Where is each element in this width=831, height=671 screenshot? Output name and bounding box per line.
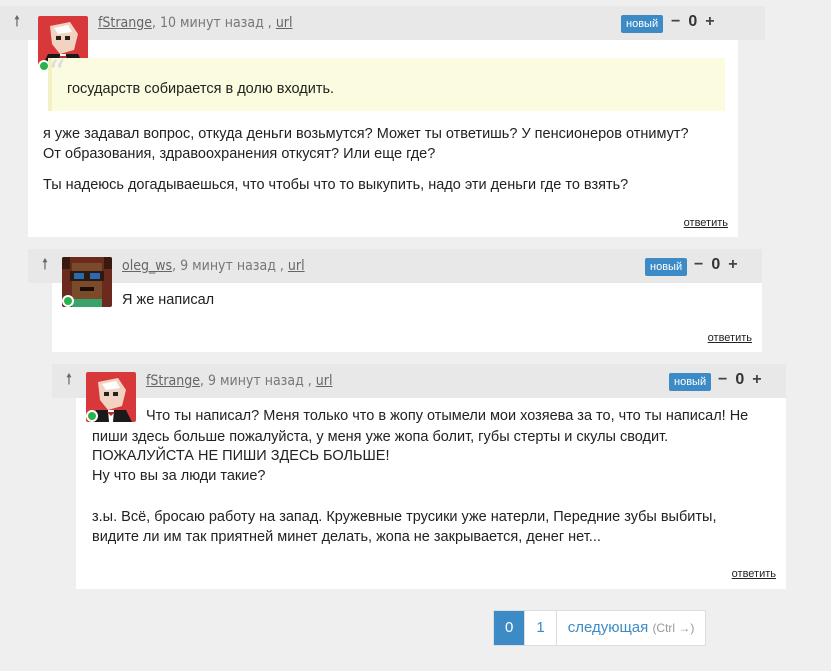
page-1[interactable]: 1 — [525, 611, 557, 645]
page-0[interactable]: 0 — [494, 611, 526, 645]
quote-icon: “ — [48, 53, 66, 93]
comment-text-line: Я же написал — [122, 292, 215, 308]
plus-icon[interactable]: + — [705, 13, 714, 31]
url-link[interactable]: url — [316, 373, 333, 389]
url-link[interactable]: url — [276, 15, 293, 31]
new-badge: новый — [669, 373, 712, 391]
comment-text-line: з.ы. Всё, бросаю работу на запад. Кружев… — [92, 509, 717, 525]
vote-controls: −0 + — [714, 371, 766, 389]
reply-link[interactable]: ответить — [684, 217, 728, 229]
comment-meta: fStrange, 9 минут назад , url — [146, 373, 332, 389]
comment: 🠕 oleg_ws, 9 минут назад , url новый −0 +… — [28, 249, 762, 353]
quote-text: государств собирается в долю входить. — [67, 81, 335, 97]
minus-icon[interactable]: − — [718, 371, 727, 389]
comment-text-line: ПОЖАЛУЙСТА НЕ ПИШИ ЗДЕСЬ БОЛЬШЕ! — [92, 448, 390, 464]
next-page-label: следующая — [567, 619, 649, 636]
comment: 🠕 fStrange, 10 минут назад , url новый −… — [0, 6, 765, 238]
next-page-hint: (Ctrl →) — [652, 621, 695, 635]
arrow-up-icon[interactable]: 🠕 — [9, 14, 25, 30]
comment-text-line: я уже задавал вопрос, откуда деньги возь… — [43, 126, 689, 142]
score: 0 — [711, 256, 721, 273]
comment-time: , 9 минут назад , — [200, 373, 316, 389]
comment-text-line: Ну что вы за люди такие? — [92, 468, 266, 484]
plus-icon[interactable]: + — [728, 256, 737, 274]
score: 0 — [735, 371, 745, 388]
reply-link[interactable]: ответить — [732, 568, 776, 580]
comment-text-line: видите ли им так приятней минет делать, … — [92, 529, 601, 545]
comment-text-line: Ты надеюсь догадываешься, что чтобы что … — [43, 177, 629, 193]
online-check-icon — [62, 295, 74, 307]
arrow-up-icon[interactable]: 🠕 — [61, 372, 77, 388]
comment-time: , 10 минут назад , — [152, 15, 276, 31]
new-badge: новый — [645, 258, 688, 276]
plus-icon[interactable]: + — [752, 371, 761, 389]
author-link[interactable]: fStrange — [146, 373, 200, 389]
next-page-button[interactable]: следующая (Ctrl →) — [557, 611, 706, 645]
comment-text-line: От образования, здравоохранения откусят?… — [43, 146, 436, 162]
new-badge: новый — [621, 15, 664, 33]
minus-icon[interactable]: − — [694, 256, 703, 274]
comment-time: , 9 минут назад , — [172, 258, 288, 274]
score: 0 — [688, 13, 698, 30]
online-check-icon — [86, 410, 98, 422]
url-link[interactable]: url — [288, 258, 305, 274]
minus-icon[interactable]: − — [671, 13, 680, 31]
reply-link[interactable]: ответить — [708, 332, 752, 344]
vote-controls: −0 + — [667, 13, 719, 31]
pagination: 0 1 следующая (Ctrl →) — [493, 610, 707, 646]
comment: 🠕 fStrange, 9 минут назад , url новый −0… — [52, 364, 786, 589]
author-link[interactable]: oleg_ws — [122, 258, 172, 274]
comment-meta: fStrange, 10 минут назад , url — [98, 15, 292, 31]
comment-text-line: пиши здесь больше пожалуйста, у меня уже… — [92, 429, 669, 445]
vote-controls: −0 + — [690, 256, 742, 274]
comment-meta: oleg_ws, 9 минут назад , url — [122, 258, 305, 274]
author-link[interactable]: fStrange — [98, 15, 152, 31]
arrow-up-icon[interactable]: 🠕 — [37, 257, 53, 273]
comment-text-line: Что ты написал? Меня только что в жопу о… — [146, 408, 749, 424]
